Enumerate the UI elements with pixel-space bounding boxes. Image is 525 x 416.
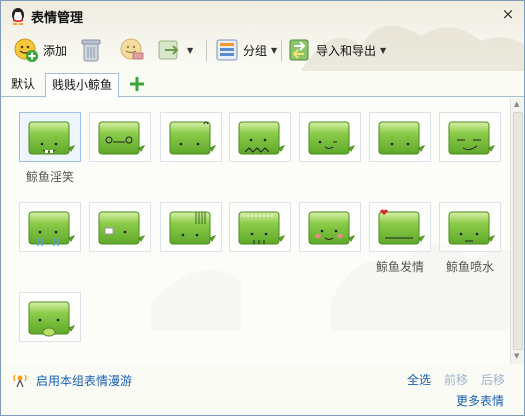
- whale-emoticon-icon: [169, 211, 216, 245]
- group-icon: [216, 39, 238, 61]
- move-back-link[interactable]: 后移: [481, 371, 505, 388]
- tab-whale[interactable]: 贱贱小鲸鱼: [45, 73, 120, 98]
- footer-bar: 启用本组表情漫游 全选 前移 后移 更多表情: [1, 365, 524, 415]
- emoticon-cell[interactable]: [19, 202, 81, 252]
- toolbar-divider: [281, 40, 282, 62]
- chevron-down-icon: ▼: [187, 45, 194, 55]
- emoticon-cell[interactable]: [439, 202, 501, 252]
- whale-emoticon-icon: [98, 211, 145, 245]
- recycle-bin-icon: [81, 39, 101, 62]
- qq-penguin-icon: [12, 8, 24, 25]
- emoticon-cell[interactable]: [439, 112, 501, 162]
- emoticon-cell[interactable]: [160, 112, 222, 162]
- group-tabs: 默认 贱贱小鲸鱼: [1, 73, 524, 98]
- emoticon-cell[interactable]: [89, 202, 151, 252]
- edit-button[interactable]: [119, 36, 145, 64]
- emoticon-caption: 鲸鱼喷水: [445, 260, 494, 274]
- add-button[interactable]: 添加: [13, 36, 67, 64]
- select-all-link[interactable]: 全选: [407, 371, 431, 388]
- add-label: 添加: [43, 43, 68, 58]
- whale-emoticon-icon: [238, 121, 285, 155]
- tab-default[interactable]: 默认: [5, 73, 41, 97]
- group-label: 分组: [243, 43, 268, 58]
- whale-emoticon-icon: [448, 211, 495, 245]
- emoticon-cell[interactable]: [19, 112, 81, 162]
- group-button[interactable]: 分组 ▼: [215, 36, 277, 64]
- emoticon-cell[interactable]: [160, 202, 222, 252]
- emoticon-cell[interactable]: [299, 112, 361, 162]
- scrollbar-thumb[interactable]: [513, 112, 523, 350]
- whale-emoticon-icon: [28, 211, 75, 246]
- window-title: 表情管理: [31, 11, 84, 26]
- whale-emoticon-icon: [448, 121, 495, 155]
- add-smiley-icon: [14, 38, 38, 62]
- scroll-down-icon[interactable]: ▼: [514, 352, 519, 360]
- whale-emoticon-icon: [238, 211, 285, 245]
- import-export-label: 导入和导出: [316, 43, 377, 58]
- move-group-icon: [158, 40, 179, 60]
- scrollbar[interactable]: ▲ ▼: [510, 98, 524, 364]
- chevron-down-icon: ▼: [380, 45, 387, 55]
- emoticon-cell[interactable]: [229, 202, 291, 252]
- emoticon-caption: 鲸鱼淫笑: [25, 170, 74, 184]
- whale-emoticon-icon: [28, 121, 75, 155]
- emoticon-grid: 鲸鱼淫笑 鲸鱼发情 鲸鱼喷水: [1, 98, 510, 364]
- emoticon-cell[interactable]: [229, 112, 291, 162]
- edit-smiley-icon: [120, 38, 144, 60]
- emoticon-caption: 鲸鱼发情: [375, 260, 424, 274]
- emoticon-cell[interactable]: [369, 202, 431, 252]
- roaming-icon: [13, 374, 27, 388]
- toolbar: 添加 ▼ 分组 ▼ 导入和导出 ▼: [1, 32, 524, 68]
- emoticon-manager-window: 表情管理 × 添加 ▼ 分组 ▼ 导入和导出 ▼ 默认 贱贱小鲸鱼 鲸鱼淫笑 鲸…: [0, 0, 525, 416]
- whale-emoticon-icon: [28, 301, 75, 337]
- move-button[interactable]: ▼: [157, 36, 193, 64]
- move-forward-link[interactable]: 前移: [444, 371, 468, 388]
- import-export-button[interactable]: 导入和导出 ▼: [288, 36, 386, 64]
- whale-emoticon-icon: [169, 121, 216, 155]
- title-bar: 表情管理 ×: [1, 1, 524, 31]
- scroll-up-icon[interactable]: ▲: [514, 100, 519, 108]
- whale-emoticon-icon: [308, 121, 355, 155]
- enable-roaming-link[interactable]: 启用本组表情漫游: [36, 372, 132, 389]
- add-group-icon[interactable]: [129, 76, 145, 92]
- chevron-down-icon: ▼: [271, 45, 278, 55]
- emoticon-cell[interactable]: [369, 112, 431, 162]
- whale-emoticon-icon: [378, 121, 425, 155]
- emoticon-cell[interactable]: [19, 292, 81, 342]
- whale-emoticon-icon: [378, 209, 425, 245]
- emoticon-cell[interactable]: [299, 202, 361, 252]
- import-export-icon: [289, 39, 309, 61]
- close-button[interactable]: ×: [498, 6, 518, 23]
- emoticon-cell[interactable]: [89, 112, 151, 162]
- whale-emoticon-icon: [308, 211, 355, 245]
- toolbar-divider: [206, 40, 207, 62]
- more-emoticons-link[interactable]: 更多表情: [456, 392, 504, 409]
- whale-emoticon-icon: [98, 121, 145, 155]
- delete-button[interactable]: [79, 36, 103, 64]
